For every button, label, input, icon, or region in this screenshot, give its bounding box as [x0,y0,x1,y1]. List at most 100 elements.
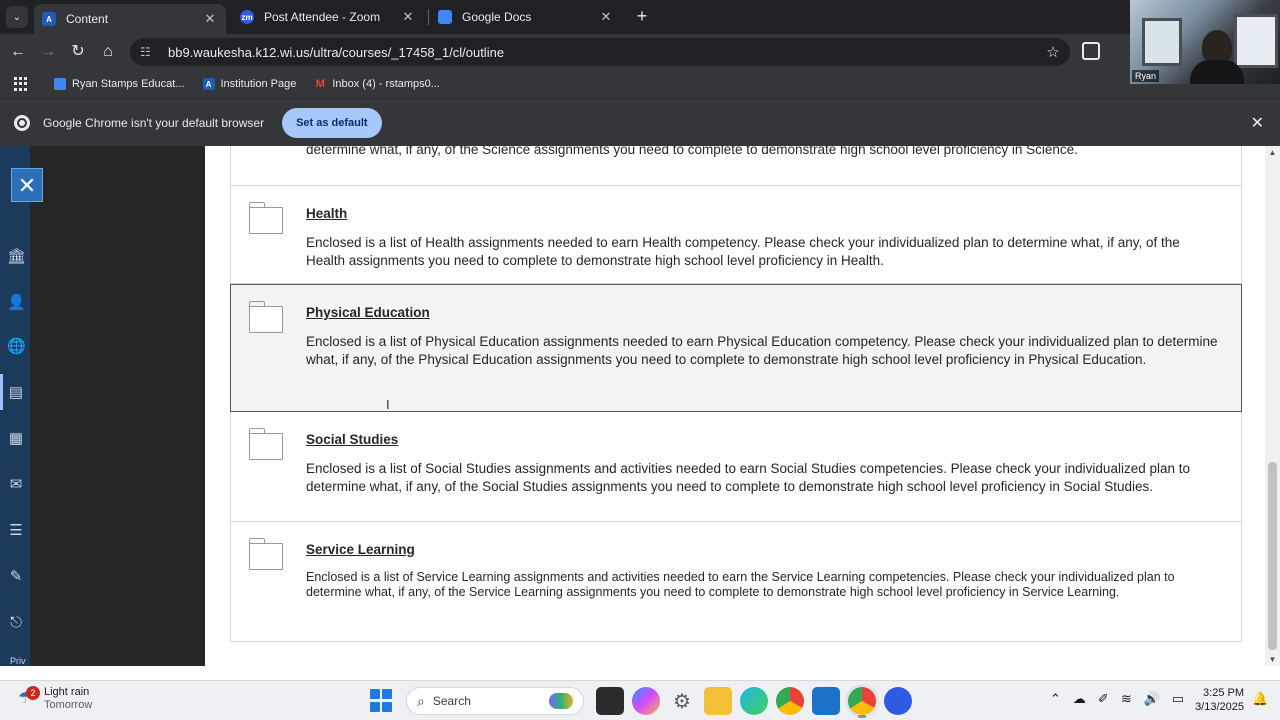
courses-icon[interactable]: ▤ [7,384,25,402]
close-course-icon[interactable]: ✕ [11,168,43,202]
forward-arrow-icon[interactable]: → [38,42,58,62]
browser-toolbar: ← → ↻ ⌂ ☷ bb9.waukesha.k12.wi.us/ultra/c… [0,34,1280,70]
wifi-icon[interactable]: ≋ [1121,691,1132,707]
scrollbar-thumb[interactable] [1268,462,1277,650]
default-browser-infobar: Google Chrome isn't your default browser… [0,98,1280,146]
tab-content[interactable]: A Content ✕ [34,4,226,34]
close-infobar-icon[interactable]: ✕ [1251,113,1264,133]
edge-icon[interactable] [740,687,768,715]
blackboard-favicon-icon: A [42,12,56,26]
url-text: bb9.waukesha.k12.wi.us/ultra/courses/_17… [168,44,505,60]
sign-out-icon[interactable]: ⎋ [7,614,25,632]
zoom-taskbar-icon[interactable] [884,687,912,715]
task-view-icon[interactable] [596,687,624,715]
google-docs-favicon-icon [438,10,452,24]
windows-taskbar: ☂ 2 Light rain Tomorrow ⌕ Search ⚙ ⌃ ☁ ✐… [0,680,1280,720]
clock-time: 3:25 PM [1203,687,1244,699]
blackboard-page: 🏛 👤 🌐 ▤ ▦ ✉ ☰ ✎ ⎋ Priv ✕ determine what,… [0,146,1280,666]
tab-title: Content [66,12,109,26]
store-icon[interactable] [812,687,840,715]
close-tab-icon[interactable]: ✕ [598,9,614,25]
institution-icon[interactable]: 🏛 [7,248,26,266]
bookmark-gmail-inbox[interactable]: M Inbox (4) - rstamps0... [314,78,440,90]
bookmark-star-icon[interactable]: ☆ [1042,43,1064,61]
notifications-icon[interactable]: 🔔 [1252,691,1268,707]
bookmarks-bar: Ryan Stamps Educat... A Institution Page… [0,70,1280,98]
weather-widget[interactable]: ☂ 2 Light rain Tomorrow [18,686,92,712]
tab-title: Post Attendee - Zoom [264,10,381,24]
tab-zoom[interactable]: zm Post Attendee - Zoom ✕ [232,3,424,31]
scroll-up-icon[interactable]: ▲ [1267,148,1278,157]
google-docs-icon [54,78,66,90]
folder-title-link[interactable]: Health [306,206,1221,221]
person-head [1202,30,1232,64]
folder-icon [249,538,283,570]
page-scrollbar[interactable]: ▲ ▼ [1265,146,1280,666]
weather-subtitle: Tomorrow [44,699,93,711]
bookmark-label: Inbox (4) - rstamps0... [332,78,440,90]
item-description: determine what, if any, of the Science a… [306,146,1078,157]
course-content-outline: determine what, if any, of the Science a… [205,146,1265,666]
copilot-icon[interactable] [632,687,660,715]
close-tab-icon[interactable]: ✕ [202,11,218,27]
folder-title-link[interactable]: Physical Education [306,305,1221,320]
active-indicator [0,374,3,410]
site-info-icon[interactable]: ☷ [140,45,156,59]
battery-icon[interactable]: ▭ [1172,691,1184,707]
messages-icon[interactable]: ✉ [7,476,25,494]
tab-strip: ⌄ A Content ✕ zm Post Attendee - Zoom ✕ … [0,0,1280,34]
tab-google-docs[interactable]: Google Docs ✕ [430,3,622,31]
pen-icon[interactable]: ✐ [1098,691,1109,707]
system-tray: ⌃ ☁ ✐ ≋ 🔊 ▭ [1050,691,1196,707]
window-shape [1142,18,1182,66]
windows-start-icon[interactable] [370,689,394,713]
apps-grid-icon[interactable] [14,77,28,91]
volume-icon[interactable]: 🔊 [1144,691,1160,707]
list-item-service-learning[interactable]: Service Learning Enclosed is a list of S… [230,522,1242,642]
chrome-profile-taskbar-icon[interactable] [848,687,876,718]
onedrive-icon[interactable]: ☁ [1073,691,1086,707]
profile-icon[interactable]: 👤 [7,294,26,312]
weather-badge: 2 [26,686,40,700]
search-icon: ⌕ [417,692,425,709]
zoom-favicon-icon: zm [240,10,254,24]
set-as-default-button[interactable]: Set as default [282,107,382,138]
grades-icon[interactable]: ☰ [7,522,25,540]
folder-icon [249,428,283,460]
chrome-taskbar-icon[interactable] [776,687,804,715]
search-placeholder: Search [432,694,471,708]
list-item-physical-education[interactable]: Physical Education Enclosed is a list of… [230,284,1242,412]
file-explorer-icon[interactable] [704,687,732,715]
reload-icon[interactable]: ↻ [68,42,88,62]
address-bar[interactable]: ☷ bb9.waukesha.k12.wi.us/ultra/courses/_… [130,38,1070,66]
tab-search-button[interactable]: ⌄ [6,6,28,28]
calendar-icon[interactable]: ▦ [7,430,25,448]
bookmark-institution-page[interactable]: A Institution Page [202,78,297,90]
home-icon[interactable]: ⌂ [98,42,118,62]
item-description: Enclosed is a list of Physical Education… [306,334,1218,367]
tools-icon[interactable]: ✎ [7,568,25,586]
settings-gear-icon[interactable]: ⚙ [668,687,696,715]
folder-title-link[interactable]: Service Learning [306,542,1221,557]
scroll-down-icon[interactable]: ▼ [1267,655,1278,664]
folder-title-link[interactable]: Social Studies [306,432,1221,447]
close-tab-icon[interactable]: ✕ [400,9,416,25]
taskbar-clock[interactable]: 3:25 PM 3/13/2025 [1192,686,1244,714]
globe-icon[interactable]: 🌐 [7,338,26,356]
text-cursor-icon: I [386,397,390,412]
bookmark-label: Institution Page [220,78,297,90]
list-item-science-partial: determine what, if any, of the Science a… [230,146,1242,186]
back-arrow-icon[interactable]: ← [8,42,28,62]
chevron-up-icon[interactable]: ⌃ [1050,691,1061,707]
taskbar-search-box[interactable]: ⌕ Search [406,687,584,715]
privacy-link[interactable]: Priv [10,656,26,666]
new-tab-button[interactable]: + [632,6,652,26]
item-description: Enclosed is a list of Service Learning a… [306,570,1175,599]
taskbar-apps: ⌕ Search ⚙ [370,687,916,718]
extensions-icon[interactable] [1082,42,1100,60]
bookmark-ryan-stamps[interactable]: Ryan Stamps Educat... [54,78,185,90]
page-bottom-strip [0,666,1280,680]
chrome-icon [14,114,30,131]
list-item-health[interactable]: Health Enclosed is a list of Health assi… [230,186,1242,284]
list-item-social-studies[interactable]: Social Studies Enclosed is a list of Soc… [230,412,1242,522]
